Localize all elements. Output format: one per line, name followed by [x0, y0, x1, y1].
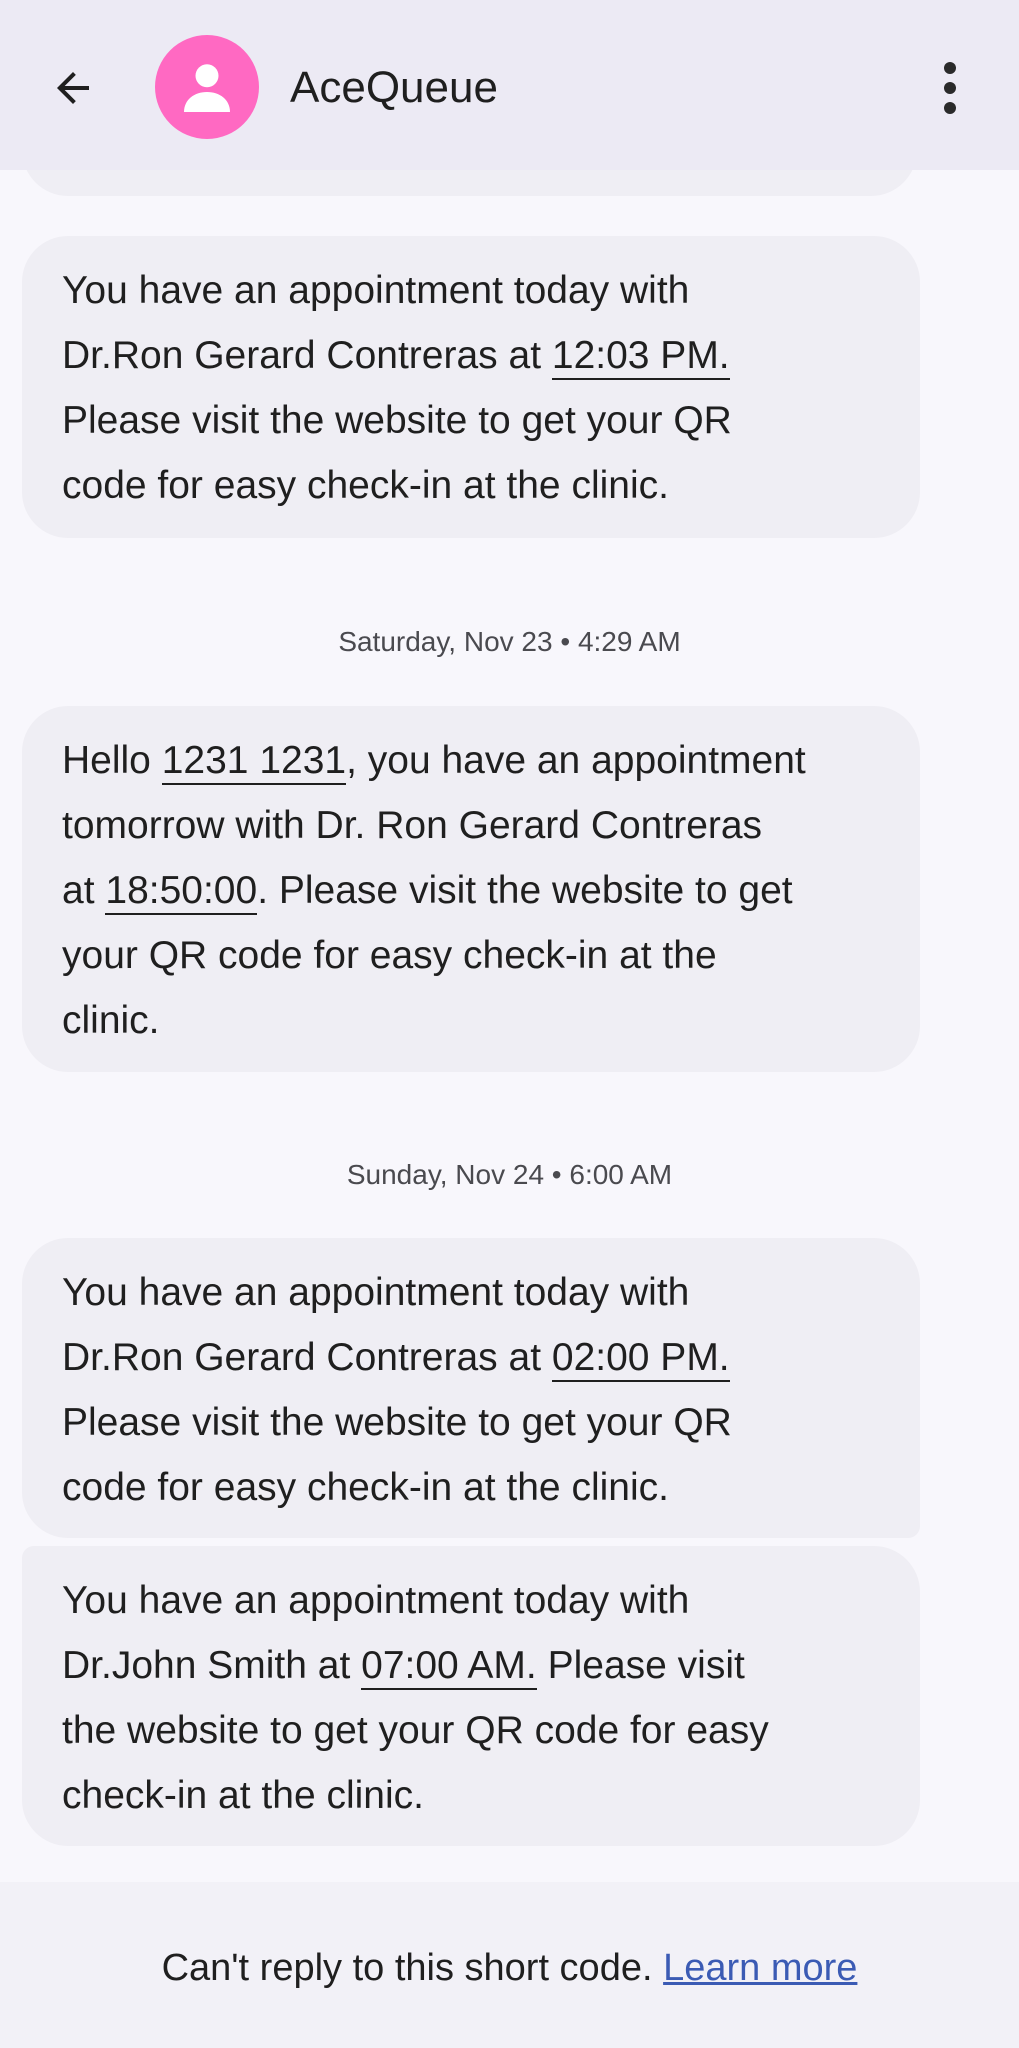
message-line: Please visit the website to get your QR [62, 399, 732, 442]
message-line: at 18:50:00. Please visit the website to… [62, 858, 880, 923]
message-line: Hello 1231 1231, you have an appointment [62, 728, 880, 793]
message-line: check-in at the clinic. [62, 1774, 424, 1817]
back-button[interactable] [40, 55, 106, 121]
message-line: code for easy check-in at the clinic. [62, 464, 669, 507]
message-bubble[interactable]: You have an appointment today with Dr.Jo… [22, 1546, 920, 1846]
message-line: clinic. [62, 999, 160, 1042]
time-link[interactable]: 02:00 PM. [551, 1336, 730, 1382]
message-line: Dr.Ron Gerard Contreras at 12:03 PM. [62, 323, 880, 388]
message-line: the website to get your QR code for easy [62, 1709, 769, 1752]
avatar[interactable] [155, 35, 259, 139]
time-link[interactable]: 18:50:00 [105, 869, 258, 915]
phone-number-link[interactable]: 1231 1231 [161, 739, 347, 785]
arrow-back-icon [57, 72, 89, 104]
message-line: Please visit the website to get your QR [62, 1401, 732, 1444]
message-line: Dr.Ron Gerard Contreras at 02:00 PM. [62, 1325, 880, 1390]
conversation-header: AceQueue [0, 0, 1019, 170]
time-link[interactable]: 12:03 PM. [551, 334, 730, 380]
message-line: Dr.John Smith at 07:00 AM. Please visit [62, 1633, 880, 1698]
more-options-button[interactable] [920, 55, 980, 121]
message-line: You have an appointment today with [62, 269, 690, 312]
message-line: your QR code for easy check-in at the [62, 934, 717, 977]
learn-more-link[interactable]: Learn more [663, 1947, 857, 1989]
message-bubble[interactable]: Hello 1231 1231, you have an appointment… [22, 706, 920, 1072]
footer-notice-text: Can't reply to this short code. [161, 1947, 653, 1989]
footer-notice: Can't reply to this short code. Learn mo… [0, 1944, 1019, 1992]
message-line: You have an appointment today with [62, 1271, 690, 1314]
message-line: You have an appointment today with [62, 1579, 690, 1622]
message-line: tomorrow with Dr. Ron Gerard Contreras [62, 804, 763, 847]
date-separator: Saturday, Nov 23 • 4:29 AM [338, 626, 681, 657]
message-bubble[interactable]: You have an appointment today with Dr.Ro… [22, 1238, 920, 1538]
message-line: code for easy check-in at the clinic. [62, 1466, 669, 1509]
contact-name[interactable]: AceQueue [290, 60, 498, 116]
date-separator: Sunday, Nov 24 • 6:00 AM [346, 1159, 673, 1190]
message-bubble[interactable]: You have an appointment today with Dr.Ro… [22, 236, 920, 538]
time-link[interactable]: 07:00 AM. [361, 1644, 537, 1690]
more-vert-icon [944, 62, 956, 114]
reply-disabled-footer: Can't reply to this short code. Learn mo… [0, 1882, 1019, 2048]
person-icon [184, 64, 230, 112]
